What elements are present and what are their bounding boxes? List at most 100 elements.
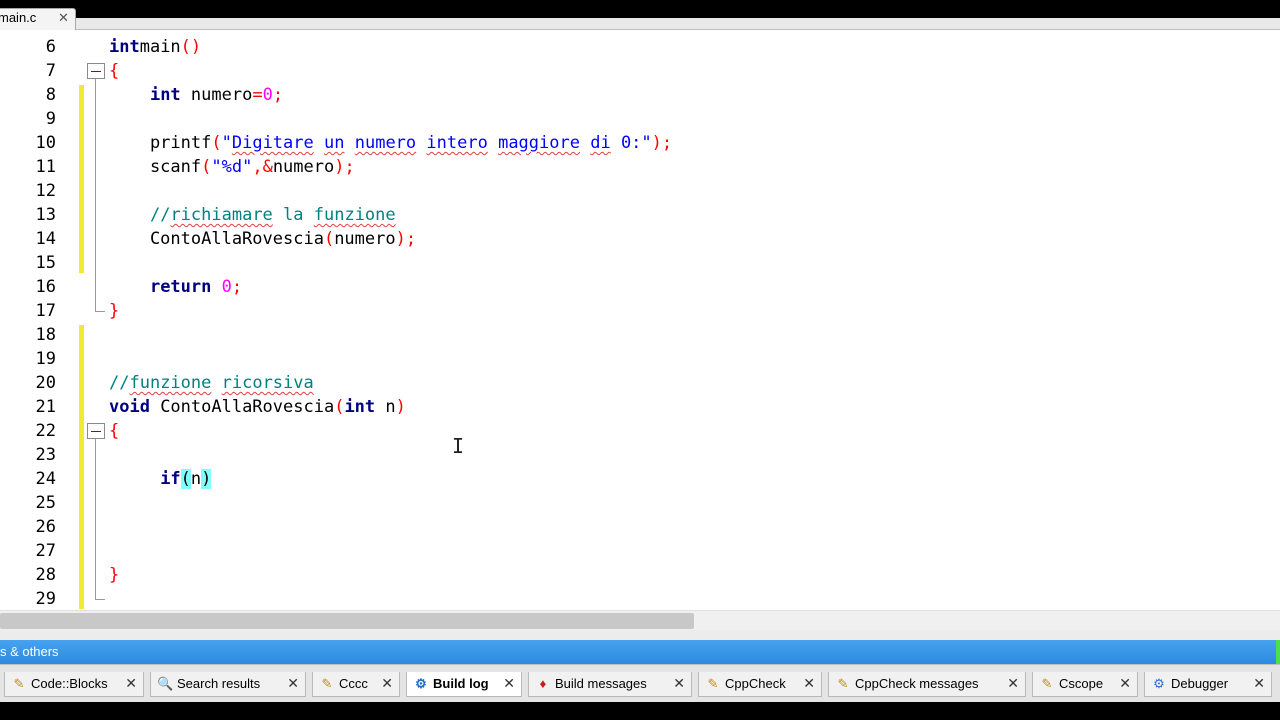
tab-cscope[interactable]: ✎ Cscope ✕ xyxy=(1032,672,1138,697)
tab-label: CppCheck messages xyxy=(855,676,979,691)
line-number: 13 xyxy=(35,205,56,225)
line-number: 19 xyxy=(35,349,56,369)
code-token: 0:" xyxy=(610,133,652,153)
tab-label: Cscope xyxy=(1059,676,1104,691)
tab-search-results[interactable]: 🔍 Search results ✕ xyxy=(150,672,306,697)
tab-main-c[interactable]: main.c ✕ xyxy=(0,8,76,30)
close-icon[interactable]: ✕ xyxy=(125,675,137,692)
code-token: numero xyxy=(272,157,335,177)
code-token: numero xyxy=(334,229,396,249)
tab-cccc[interactable]: ✎ Cccc ✕ xyxy=(312,672,400,697)
close-icon[interactable]: ✕ xyxy=(673,675,685,692)
code-line[interactable]: //funzione ricorsiva xyxy=(109,371,314,395)
tab-code-blocks[interactable]: ✎ Code::Blocks ✕ xyxy=(4,672,144,697)
code-line[interactable]: int numero=0; xyxy=(109,83,283,107)
close-icon[interactable]: ✕ xyxy=(381,675,393,692)
code-line[interactable]: } xyxy=(109,299,119,323)
tab-label: CppCheck xyxy=(725,676,786,691)
tab-cppcheck-messages[interactable]: ✎ CppCheck messages ✕ xyxy=(828,672,1026,697)
panel-splitter[interactable] xyxy=(0,630,1280,640)
tab-cppcheck[interactable]: ✎ CppCheck ✕ xyxy=(698,672,822,697)
close-icon[interactable]: ✕ xyxy=(803,675,815,692)
code-token: int xyxy=(149,85,181,105)
code-line[interactable]: scanf("%d",&numero); xyxy=(109,155,355,179)
code-token: maggiore xyxy=(498,133,580,153)
fold-guide-line xyxy=(95,79,96,311)
fold-end-marker xyxy=(95,599,105,600)
close-icon[interactable]: ✕ xyxy=(503,675,515,692)
code-token: numero xyxy=(180,85,253,105)
code-token: numero xyxy=(354,133,417,153)
tab-build-log[interactable]: ⚙ Build log ✕ xyxy=(406,672,522,697)
line-number-gutter: 6 7 8 9 10 11 12 13 14 15 16 17 18 19 20 21 22 23 24 25 26 27… xyxy=(0,30,105,610)
code-line[interactable]: void ContoAllaRovescia(int n) xyxy=(109,395,406,419)
code-token: un xyxy=(324,133,345,153)
code-token: if xyxy=(160,469,181,489)
code-line[interactable]: } xyxy=(109,563,119,587)
code-token: ( xyxy=(201,157,212,177)
code-line[interactable]: ContoAllaRovescia(numero); xyxy=(109,227,416,251)
code-line[interactable]: return 0; xyxy=(109,275,242,299)
line-number: 15 xyxy=(35,253,56,273)
code-token: = xyxy=(252,85,263,105)
code-editor[interactable]: 6 7 8 9 10 11 12 13 14 15 16 17 18 19 20 21 22 23 24 25 26 27… xyxy=(0,30,1280,610)
line-number: 12 xyxy=(35,181,56,201)
line-number: 16 xyxy=(35,277,56,297)
gear-icon: ⚙ xyxy=(415,676,427,691)
close-icon[interactable]: ✕ xyxy=(1007,675,1019,692)
line-number: 11 xyxy=(35,157,56,177)
code-token: ) xyxy=(395,397,406,417)
changed-lines-marker xyxy=(79,325,84,609)
code-token: } xyxy=(109,565,120,585)
horizontal-scrollbar[interactable] xyxy=(0,610,1280,630)
fold-toggle-icon[interactable] xyxy=(87,63,105,79)
tab-debugger[interactable]: ⚙ Debugger ✕ xyxy=(1144,672,1272,697)
line-number: 14 xyxy=(35,229,56,249)
tab-build-messages[interactable]: ♦ Build messages ✕ xyxy=(528,672,692,697)
code-token: ContoAllaRovescia xyxy=(149,397,335,417)
line-number: 20 xyxy=(35,373,56,393)
line-number: 10 xyxy=(35,133,56,153)
line-number: 27 xyxy=(35,541,56,561)
code-token: printf xyxy=(109,133,212,153)
close-icon[interactable]: ✕ xyxy=(58,10,69,26)
close-icon[interactable]: ✕ xyxy=(287,675,299,692)
code-token: main xyxy=(139,37,181,57)
code-token: 0 xyxy=(262,85,273,105)
code-token: ( xyxy=(323,229,335,249)
code-line[interactable]: intmain() xyxy=(109,35,201,59)
code-token: ( xyxy=(180,469,191,489)
line-number: 22 xyxy=(35,421,56,441)
close-icon[interactable]: ✕ xyxy=(1119,675,1131,692)
scrollbar-thumb[interactable] xyxy=(0,613,694,629)
line-number: 21 xyxy=(35,397,56,417)
code-line[interactable]: { xyxy=(109,59,119,83)
code-token: Digitare xyxy=(231,133,314,153)
code-line[interactable]: //richiamare la funzione xyxy=(109,203,396,227)
code-line[interactable]: if(n) xyxy=(109,467,212,491)
line-number: 29 xyxy=(35,589,56,609)
code-token: intero xyxy=(426,133,488,153)
code-token: return xyxy=(149,277,212,297)
code-line[interactable]: printf("Digitare un numero intero maggio… xyxy=(109,131,672,155)
fold-toggle-icon[interactable] xyxy=(87,423,105,439)
code-token: richiamare xyxy=(170,205,273,225)
code-token: n xyxy=(375,397,396,417)
line-number: 26 xyxy=(35,517,56,537)
code-token: ); xyxy=(651,133,673,153)
code-token: void xyxy=(109,397,150,417)
code-token: " xyxy=(221,133,232,153)
text-cursor-icon: I xyxy=(452,434,465,458)
code-line[interactable]: { xyxy=(109,419,119,443)
close-icon[interactable]: ✕ xyxy=(1253,675,1265,692)
